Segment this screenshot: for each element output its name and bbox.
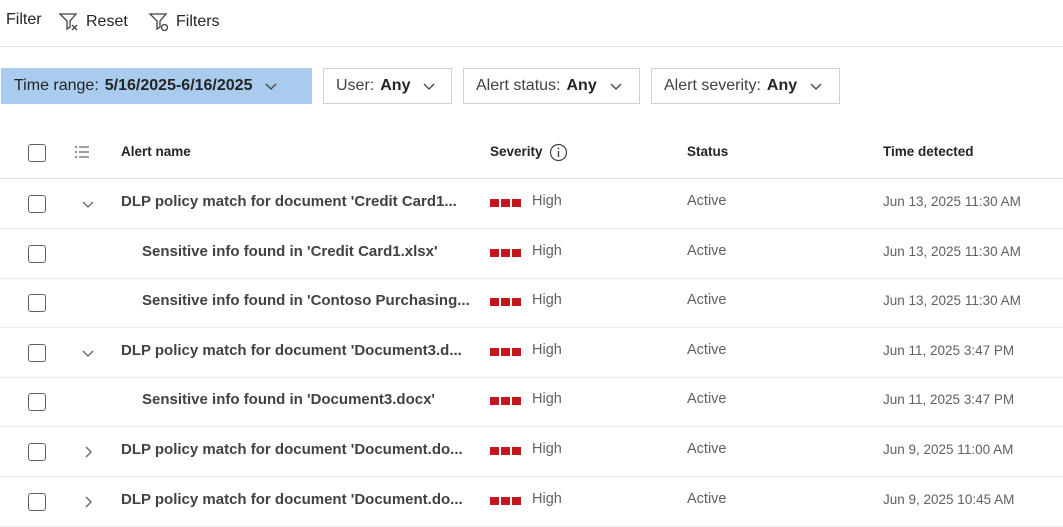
alert-status-value: Any — [566, 77, 597, 94]
chevron-down-icon — [266, 83, 277, 90]
reset-label: Reset — [86, 13, 128, 30]
chevron-down-icon — [810, 83, 822, 90]
time-range-label: Time range: — [14, 77, 99, 94]
alert-name[interactable]: DLP policy match for document 'Document.… — [121, 491, 463, 508]
column-header-severity[interactable]: Severity — [490, 144, 543, 159]
row-checkbox[interactable] — [28, 493, 46, 511]
filter-reset-icon — [58, 13, 78, 31]
filters-button[interactable]: Filters — [148, 11, 220, 33]
severity-label: High — [532, 342, 562, 358]
user-filter-value: Any — [380, 77, 411, 94]
chevron-down-icon[interactable] — [80, 196, 96, 212]
status-label: Active — [687, 292, 727, 308]
severity-high-indicator — [490, 497, 521, 505]
user-filter[interactable]: User: Any — [323, 68, 452, 104]
row-checkbox[interactable] — [28, 344, 46, 362]
command-bar: Filter Reset Filters — [0, 0, 1063, 47]
select-all-checkbox[interactable] — [28, 144, 46, 162]
time-detected: Jun 9, 2025 10:45 AM — [883, 492, 1015, 507]
table-row[interactable]: DLP policy match for document 'Document3… — [0, 328, 1063, 378]
alert-name[interactable]: DLP policy match for document 'Credit Ca… — [121, 193, 457, 210]
filters-label: Filters — [176, 13, 220, 30]
table-row[interactable]: Sensitive info found in 'Document3.docx'… — [0, 377, 1063, 427]
severity-high-indicator — [490, 199, 521, 207]
table-row[interactable]: DLP policy match for document 'Document.… — [0, 427, 1063, 477]
time-detected: Jun 13, 2025 11:30 AM — [883, 293, 1021, 308]
severity-high-indicator — [490, 249, 521, 257]
alert-status-filter[interactable]: Alert status: Any — [463, 68, 640, 104]
alert-severity-filter[interactable]: Alert severity: Any — [651, 68, 840, 104]
filter-label: Filter — [6, 11, 42, 28]
status-label: Active — [687, 193, 727, 209]
column-header-status[interactable]: Status — [687, 144, 728, 159]
time-detected: Jun 9, 2025 11:00 AM — [883, 442, 1014, 457]
severity-high-indicator — [490, 447, 521, 455]
chevron-down-icon — [610, 83, 622, 90]
time-range-value: 5/16/2025-6/16/2025 — [104, 77, 253, 94]
status-label: Active — [687, 441, 727, 457]
alert-name[interactable]: DLP policy match for document 'Document.… — [121, 441, 463, 458]
row-checkbox[interactable] — [28, 294, 46, 312]
filter-settings-icon — [148, 13, 169, 32]
alert-severity-label: Alert severity: — [664, 77, 761, 94]
severity-label: High — [532, 292, 562, 308]
table-row[interactable]: DLP policy match for document 'Credit Ca… — [0, 179, 1063, 229]
severity-label: High — [532, 243, 562, 259]
row-checkbox[interactable] — [28, 393, 46, 411]
severity-label: High — [532, 441, 562, 457]
alert-name[interactable]: Sensitive info found in 'Contoso Purchas… — [142, 292, 470, 309]
status-label: Active — [687, 491, 727, 507]
severity-high-indicator — [490, 348, 521, 356]
status-label: Active — [687, 342, 727, 358]
info-icon[interactable] — [549, 143, 568, 162]
severity-label: High — [532, 193, 562, 209]
row-checkbox[interactable] — [28, 443, 46, 461]
time-detected: Jun 13, 2025 11:30 AM — [883, 244, 1021, 259]
chevron-down-icon — [424, 83, 435, 90]
severity-high-indicator — [490, 298, 521, 306]
severity-label: High — [532, 391, 562, 407]
table-row[interactable]: Sensitive info found in 'Contoso Purchas… — [0, 278, 1063, 328]
row-checkbox[interactable] — [28, 195, 46, 213]
status-label: Active — [687, 243, 727, 259]
row-checkbox[interactable] — [28, 245, 46, 263]
alert-severity-value: Any — [766, 77, 798, 94]
time-detected: Jun 11, 2025 3:47 PM — [883, 343, 1015, 358]
alert-name[interactable]: Sensitive info found in 'Document3.docx' — [142, 391, 435, 408]
severity-high-indicator — [490, 397, 521, 405]
column-header-alert-name[interactable]: Alert name — [121, 144, 191, 159]
time-detected: Jun 11, 2025 3:47 PM — [883, 392, 1015, 407]
time-range-filter[interactable]: Time range: 5/16/2025-6/16/2025 — [1, 68, 312, 104]
table-header: Alert name Severity Status Time detected — [0, 128, 1063, 179]
user-filter-label: User: — [336, 77, 375, 94]
table-row[interactable]: Sensitive info found in 'Credit Card1.xl… — [0, 229, 1063, 279]
column-header-time-detected[interactable]: Time detected — [883, 144, 974, 159]
alert-status-label: Alert status: — [476, 77, 561, 94]
table-row[interactable]: DLP policy match for document 'Document.… — [0, 477, 1063, 527]
time-detected: Jun 13, 2025 11:30 AM — [883, 194, 1021, 209]
group-list-icon[interactable] — [74, 145, 90, 159]
status-label: Active — [687, 391, 727, 407]
chevron-right-icon[interactable] — [80, 494, 96, 510]
filter-label-item: Filter — [6, 11, 42, 29]
alert-name[interactable]: Sensitive info found in 'Credit Card1.xl… — [142, 243, 438, 260]
severity-label: High — [532, 491, 562, 507]
alert-name[interactable]: DLP policy match for document 'Document3… — [121, 342, 462, 359]
chevron-right-icon[interactable] — [80, 444, 96, 460]
chevron-down-icon[interactable] — [80, 345, 96, 361]
reset-button[interactable]: Reset — [58, 11, 128, 33]
